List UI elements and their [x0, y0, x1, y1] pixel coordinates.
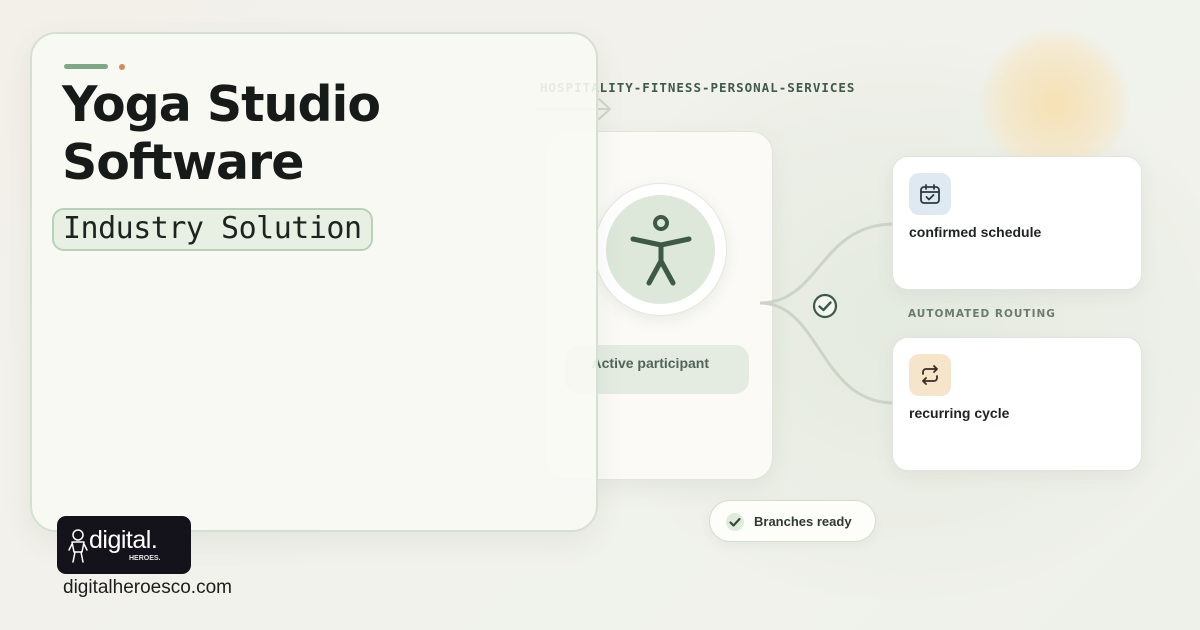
node-card-recurring-cycle[interactable]: recurring cycle — [892, 337, 1142, 471]
repeat-icon — [922, 365, 938, 385]
logo-subtext: HEROES. — [129, 555, 161, 562]
page-title-line: Yoga Studio — [62, 76, 381, 133]
branches-status-badge: Branches ready — [709, 500, 876, 542]
node-label: recurring cycle — [909, 405, 1010, 421]
repeat-icon-tile — [909, 354, 951, 396]
node-label: confirmed schedule — [909, 224, 1042, 240]
accent-dot — [119, 64, 125, 70]
website-link[interactable]: digitalheroesco.com — [63, 577, 232, 599]
check-circle-icon — [726, 513, 744, 531]
page-title: Yoga Studio Software — [62, 76, 582, 192]
accent-bar — [64, 64, 108, 69]
calendar-icon-tile — [909, 173, 951, 215]
status-text: Branches ready — [754, 514, 852, 529]
routing-label: AUTOMATED ROUTING — [908, 308, 1056, 320]
calendar-check-icon — [920, 184, 940, 204]
check-circle-icon — [812, 293, 838, 319]
industry-solution-tag: Industry Solution — [52, 208, 373, 251]
logo-wordmark: digital. — [89, 526, 158, 554]
page-title-line: Software — [62, 134, 304, 191]
digital-heroes-logo[interactable]: digital. HEROES. — [57, 516, 191, 574]
hero-mascot-icon — [68, 529, 88, 563]
participant-avatar — [606, 195, 715, 304]
person-accessibility-icon — [630, 214, 691, 285]
node-card-confirmed-schedule[interactable]: confirmed schedule — [892, 156, 1142, 290]
